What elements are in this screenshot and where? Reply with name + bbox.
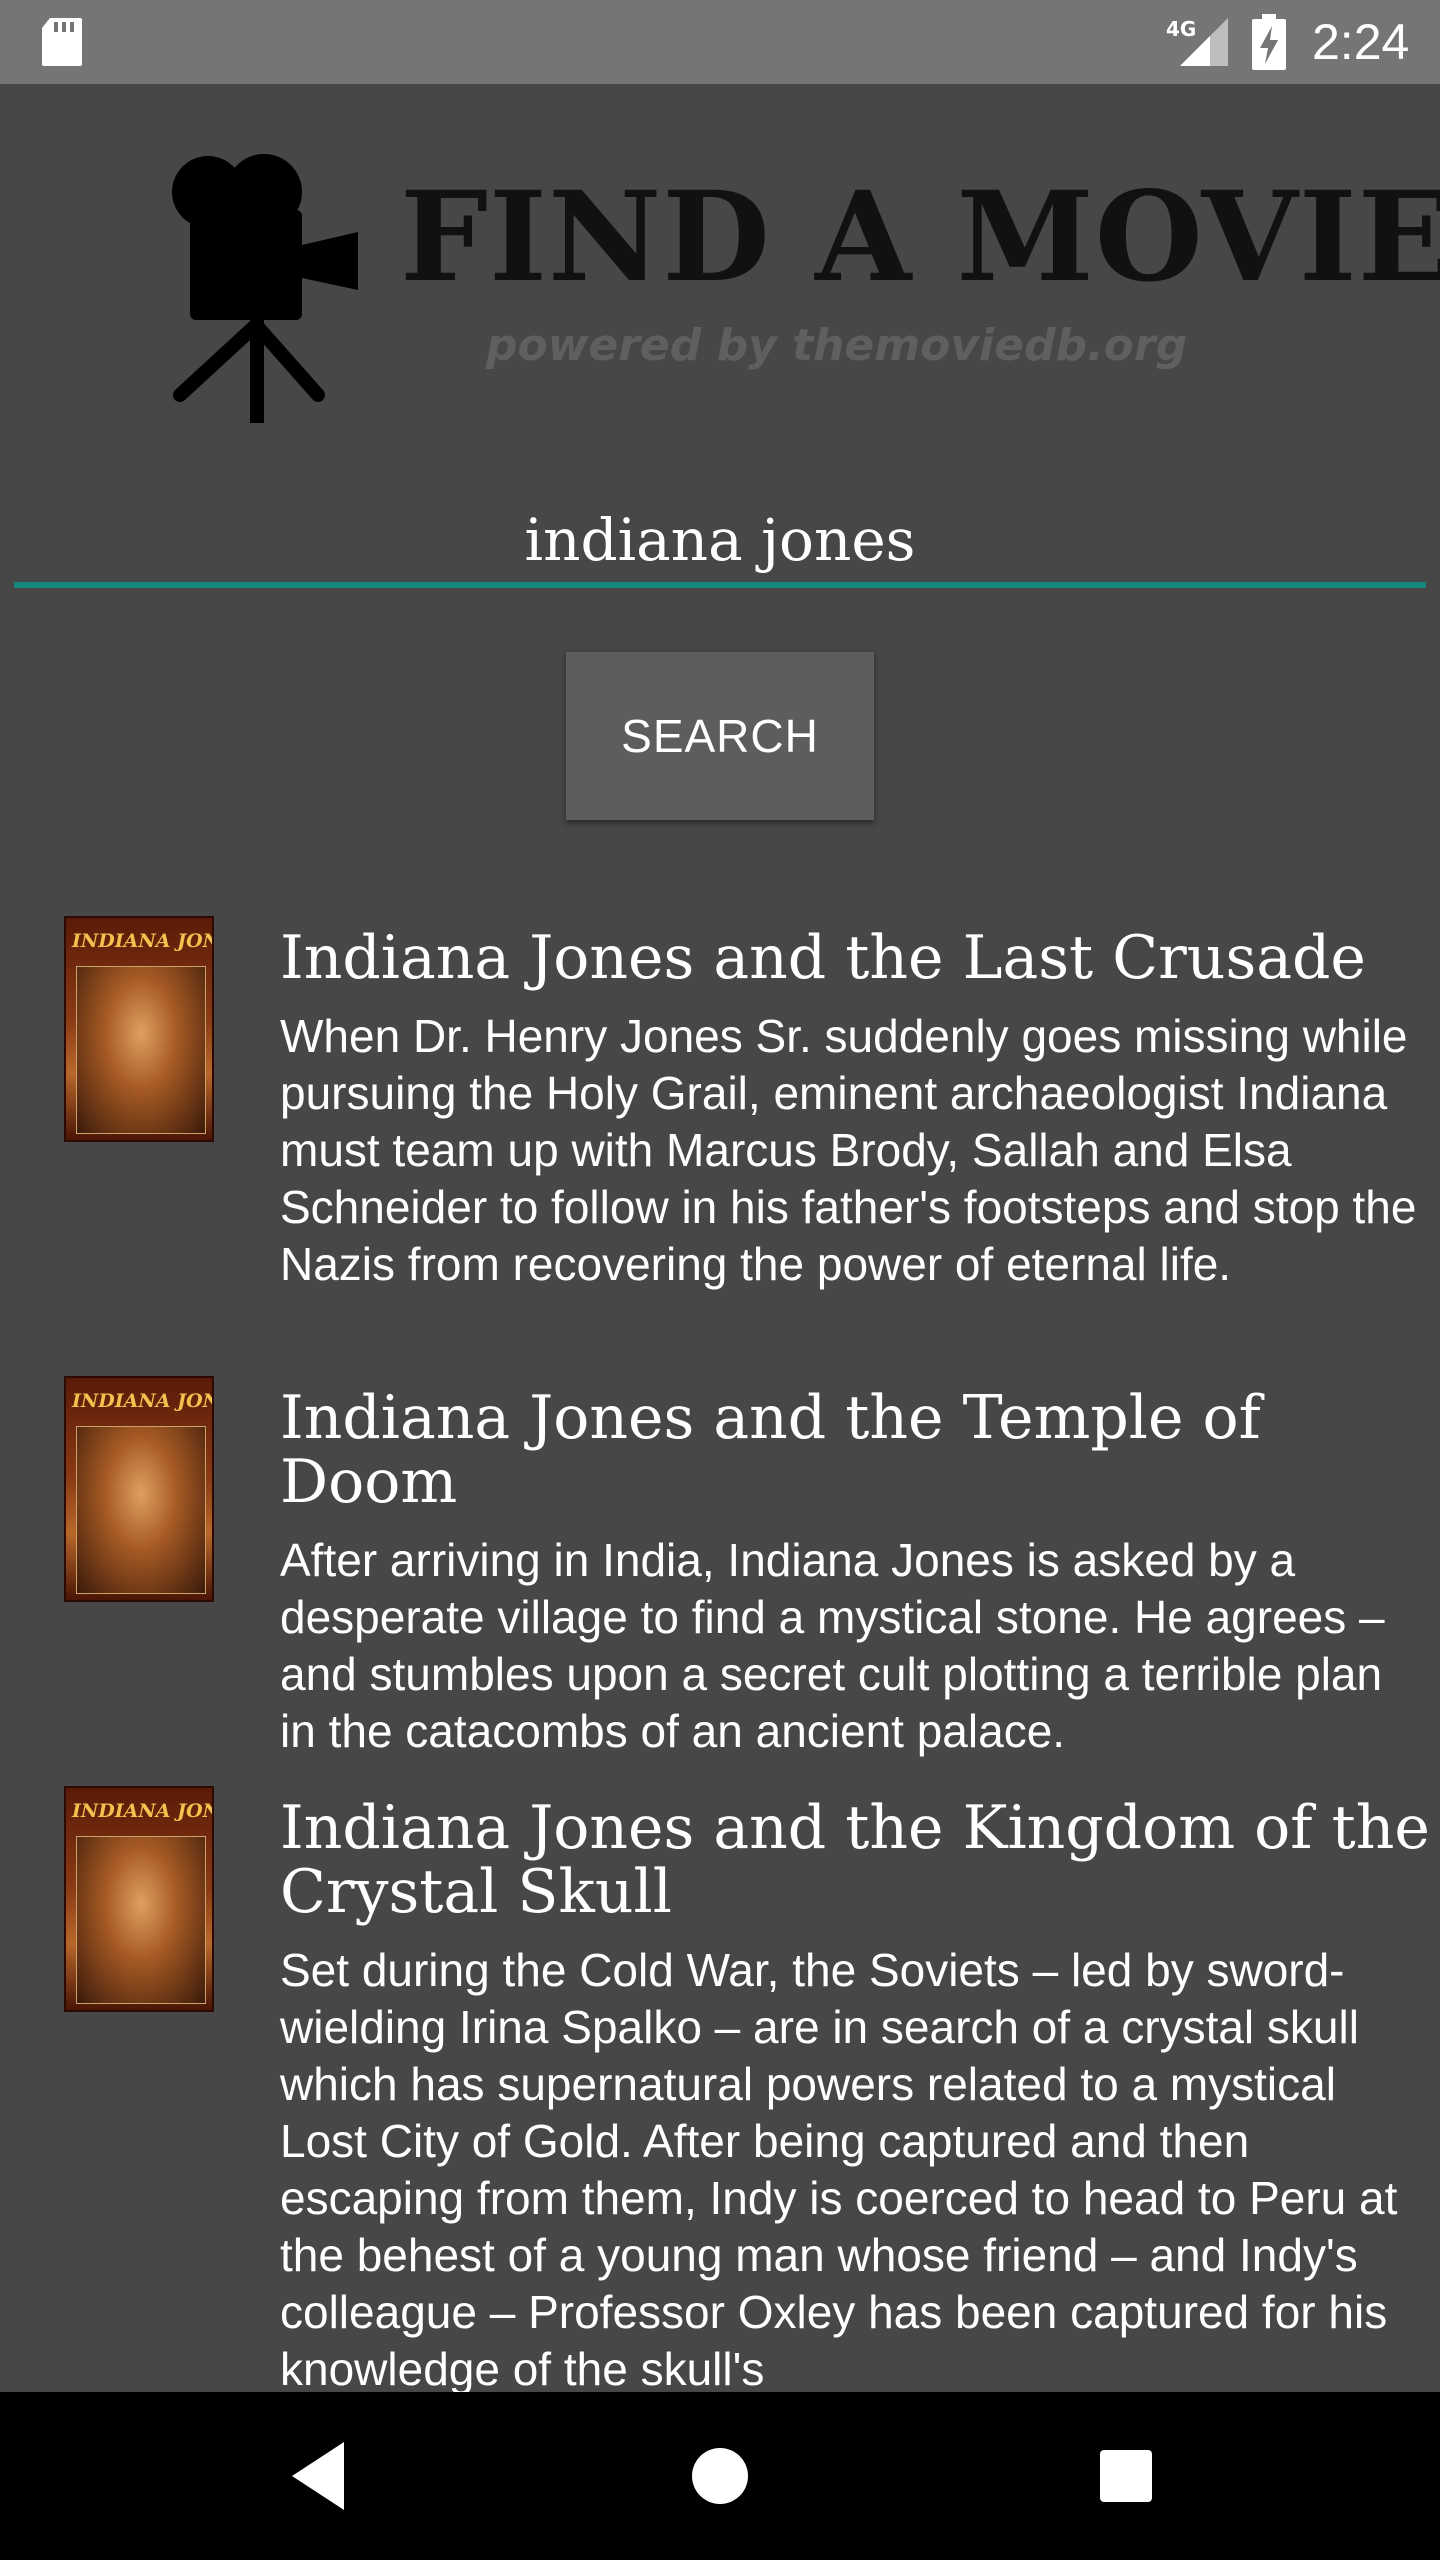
poster-title: INDIANA JONES — [72, 1390, 212, 1412]
movie-title: Indiana Jones and the Last Crusade — [280, 923, 1366, 993]
status-bar: 4G 2:24 — [0, 0, 1440, 84]
list-item[interactable]: INDIANA JONES Indiana Jones and the Last… — [0, 900, 1440, 1352]
search-input[interactable] — [14, 498, 1426, 588]
status-time: 2:24 — [1312, 14, 1410, 70]
list-item[interactable]: INDIANA JONES Indiana Jones and the King… — [0, 1770, 1440, 2392]
search-button[interactable]: SEARCH — [566, 652, 874, 820]
movie-poster: INDIANA JONES — [64, 1786, 214, 2012]
movie-camera-icon — [172, 154, 358, 423]
app-subtitle: powered by themoviedb.org — [486, 320, 1188, 371]
movie-title: Indiana Jones and the Temple of Doom — [280, 1383, 1261, 1517]
poster-title: INDIANA JONES — [72, 1800, 212, 1822]
poster-art — [76, 1836, 206, 2004]
back-icon[interactable] — [284, 2436, 354, 2516]
home-icon[interactable] — [688, 2436, 752, 2516]
app-title: FIND A MOVIE — [400, 165, 1440, 310]
signal-4g-icon: 4G — [1166, 17, 1228, 66]
movie-overview: After arriving in India, Indiana Jones i… — [280, 1534, 1385, 1757]
movie-poster: INDIANA JONES — [64, 1376, 214, 1602]
svg-text:4G: 4G — [1166, 17, 1196, 41]
poster-art — [76, 966, 206, 1134]
recents-icon[interactable] — [1096, 2436, 1156, 2516]
movie-overview: When Dr. Henry Jones Sr. suddenly goes m… — [280, 1010, 1417, 1290]
movie-title: Indiana Jones and the Kingdom of the Cry… — [280, 1793, 1430, 1927]
sd-card-icon — [42, 18, 82, 66]
movie-poster: INDIANA JONES — [64, 916, 214, 1142]
list-item[interactable]: INDIANA JONES Indiana Jones and the Temp… — [0, 1360, 1440, 1760]
poster-title: INDIANA JONES — [72, 930, 212, 952]
battery-charging-icon — [1252, 14, 1286, 70]
navigation-bar — [0, 2392, 1440, 2560]
results-list: INDIANA JONES Indiana Jones and the Last… — [0, 900, 1440, 2392]
poster-art — [76, 1426, 206, 1594]
movie-overview: Set during the Cold War, the Soviets – l… — [280, 1944, 1398, 2392]
